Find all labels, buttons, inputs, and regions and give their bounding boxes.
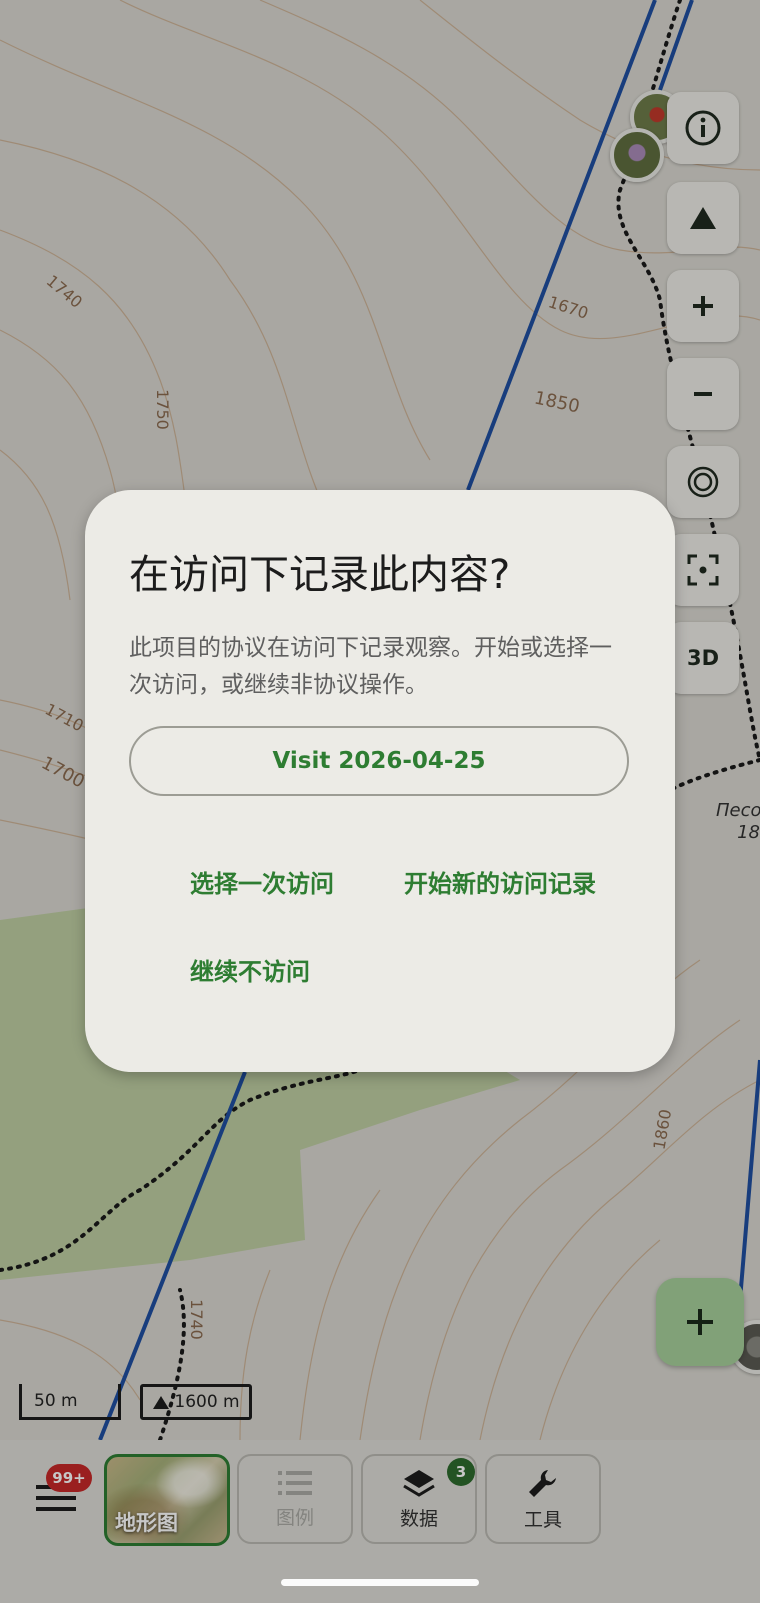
zoom-out-button[interactable] [667,358,739,430]
plus-icon [687,1309,713,1335]
place-label-line: 18 [737,822,760,843]
observation-thumbnail[interactable] [610,128,664,182]
minus-icon [694,392,712,396]
home-indicator[interactable] [281,1579,479,1586]
list-icon [278,1470,312,1495]
add-observation-button[interactable] [656,1278,744,1366]
scale-bar: 50 m [19,1384,121,1420]
info-icon [685,110,721,146]
dialog-title: 在访问下记录此内容? [129,552,511,598]
contour-label: 1740 [186,1299,206,1340]
data-label: 数据 [399,1507,438,1530]
layers-icon [403,1469,435,1497]
mountain-icon [153,1395,170,1409]
info-button[interactable] [667,92,739,164]
visit-date-button[interactable]: Visit 2026-04-25 [129,726,629,796]
data-count-badge: 3 [447,1458,475,1486]
tools-label: 工具 [523,1508,562,1531]
terrain-label: 地形图 [115,1511,178,1535]
start-new-visit-button[interactable]: 开始新的访问记录 [404,864,596,899]
continue-without-visit-button[interactable]: 继续不访问 [190,952,310,987]
focus-frame-icon [687,554,719,586]
plus-icon [693,296,713,316]
fit-bounds-button[interactable] [667,534,739,606]
select-visit-button[interactable]: 选择一次访问 [190,864,334,899]
visit-date-label: Visit 2026-04-25 [272,748,486,774]
locate-button[interactable] [667,446,739,518]
visit-dialog: 在访问下记录此内容? 此项目的协议在访问下记录观察。开始或选择一次访问，或继续非… [85,490,675,1072]
north-arrow-button[interactable] [667,182,739,254]
dialog-message: 此项目的协议在访问下记录观察。开始或选择一次访问，或继续非协议操作。 [129,635,612,698]
terrain-layer-button[interactable]: 地形图 [104,1454,230,1546]
notification-badge: 99+ [46,1464,92,1492]
wrench-icon [529,1469,556,1497]
legend-label: 图例 [275,1506,314,1529]
elevation-label: 1600 m [174,1392,240,1412]
place-label-line: Песо [716,800,760,821]
three-d-button[interactable]: 3D [667,622,739,694]
tools-button[interactable]: 工具 [485,1454,601,1544]
north-arrow-icon [690,207,716,229]
scale-label: 50 m [34,1390,78,1411]
elevation-indicator: 1600 m [140,1384,252,1420]
contour-label: 1750 [152,389,172,430]
zoom-in-button[interactable] [667,270,739,342]
three-d-label: 3D [686,646,720,670]
place-label: Песо 18 [716,800,760,844]
legend-button[interactable]: 图例 [237,1454,353,1544]
target-icon [687,466,719,498]
